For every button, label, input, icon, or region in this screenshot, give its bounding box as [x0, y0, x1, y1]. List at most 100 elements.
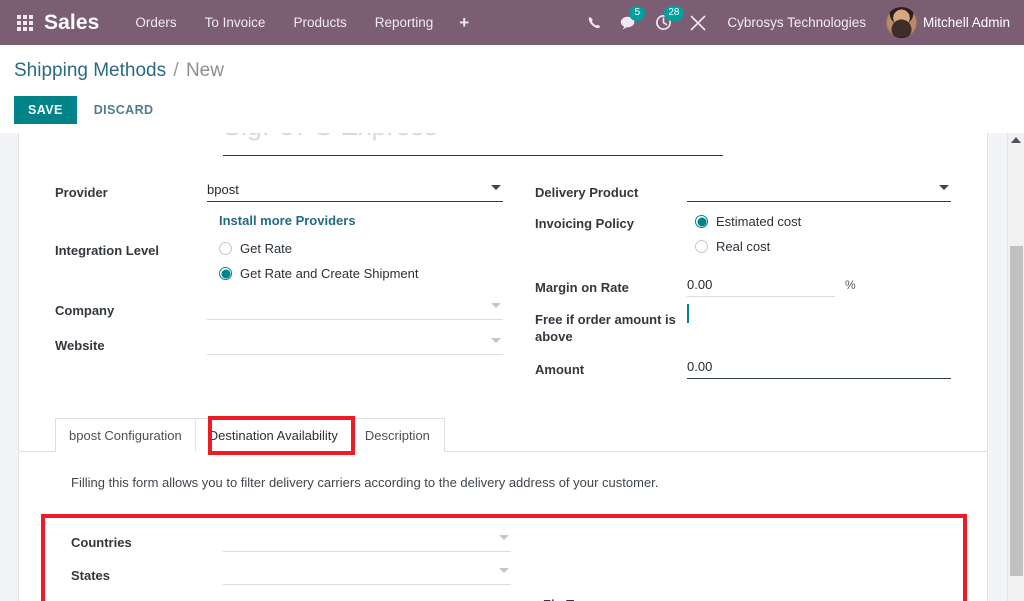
app-brand-sales[interactable]: Sales	[44, 11, 99, 35]
form-column-left: Provider Install more Providers	[55, 178, 503, 384]
form-action-buttons: SAVE DISCARD	[14, 96, 1024, 124]
scrollbar-thumb[interactable]	[1010, 246, 1023, 576]
notebook: bpost Configuration Destination Availabi…	[55, 418, 951, 601]
countries-select[interactable]	[223, 528, 511, 552]
field-states: States	[71, 561, 511, 590]
radio-estimated-cost-label: Estimated cost	[716, 214, 801, 229]
company-select[interactable]	[207, 296, 503, 320]
save-button[interactable]: SAVE	[14, 96, 77, 124]
margin-on-rate-label: Margin on Rate	[535, 273, 687, 296]
radio-estimated-cost-icon	[695, 215, 708, 228]
menu-add-icon[interactable]: +	[447, 10, 481, 36]
tab-bpost-configuration[interactable]: bpost Configuration	[56, 419, 196, 452]
menu-products[interactable]: Products	[279, 9, 360, 36]
website-select[interactable]	[207, 331, 503, 355]
discard-button[interactable]: DISCARD	[81, 96, 167, 124]
states-label: States	[71, 561, 223, 584]
notebook-tabs: bpost Configuration Destination Availabi…	[55, 418, 445, 452]
field-invoicing-policy: Invoicing Policy Estimated cost Real cos…	[535, 209, 951, 259]
tab-destination-availability[interactable]: Destination Availability	[196, 419, 352, 452]
messages-icon[interactable]: 5	[611, 0, 646, 45]
amount-label: Amount	[535, 355, 687, 378]
field-website: Website	[55, 331, 503, 360]
destination-column-left: Countries States	[71, 528, 511, 601]
radio-get-rate[interactable]: Get Rate	[207, 236, 503, 261]
margin-on-rate-input[interactable]	[687, 273, 835, 297]
free-if-above-checkbox[interactable]	[687, 304, 689, 323]
radio-real-cost-label: Real cost	[716, 239, 770, 254]
record-title-clipped: Sig. UPS Express	[223, 133, 723, 155]
top-navbar: Sales Orders To Invoice Products Reporti…	[0, 0, 1024, 45]
activities-clock-icon[interactable]: 28	[646, 0, 681, 45]
tab-description[interactable]: Description	[352, 419, 443, 452]
avatar	[886, 7, 917, 38]
delivery-product-label: Delivery Product	[535, 178, 687, 201]
browser-scrollbar[interactable]	[1007, 133, 1024, 601]
menu-reporting[interactable]: Reporting	[361, 9, 448, 36]
helper-text: Filling this form allows you to filter d…	[55, 474, 951, 492]
invoicing-policy-label: Invoicing Policy	[535, 209, 687, 232]
form-column-right: Delivery Product Invoicing Policy	[503, 178, 951, 384]
states-select[interactable]	[223, 561, 511, 585]
company-switcher[interactable]: Cybrosys Technologies	[715, 9, 878, 36]
field-zip-from: Zip From	[71, 594, 511, 601]
field-delivery-product: Delivery Product	[535, 178, 951, 207]
field-integration-level: Integration Level Get Rate Get Rate and …	[55, 236, 503, 286]
tab-panel-destination-availability: Filling this form allows you to filter d…	[55, 452, 951, 601]
company-label: Company	[55, 296, 207, 319]
form-grid: Provider Install more Providers	[55, 156, 951, 384]
radio-get-rate-create-shipment-icon	[219, 267, 232, 280]
messages-badge-count: 5	[629, 6, 645, 21]
radio-estimated-cost[interactable]: Estimated cost	[687, 209, 951, 234]
phone-icon[interactable]	[578, 0, 611, 45]
amount-input[interactable]	[687, 355, 951, 379]
delivery-product-select[interactable]	[687, 178, 951, 202]
field-margin-on-rate: Margin on Rate %	[535, 273, 951, 302]
zip-from-label: Zip From	[71, 594, 223, 601]
destination-availability-fields: Countries States	[55, 514, 951, 601]
free-if-above-label: Free if order amount is above	[535, 305, 687, 345]
field-company: Company	[55, 296, 503, 325]
install-more-spacer	[55, 207, 207, 213]
destination-right-spacer-1	[543, 528, 951, 557]
destination-column-right: Zip To	[511, 528, 951, 601]
field-amount: Amount	[535, 355, 951, 384]
zip-from-input[interactable]	[223, 594, 511, 601]
zip-to-input[interactable]	[695, 590, 951, 601]
destination-right-spacer-2	[543, 557, 951, 590]
field-provider: Provider	[55, 178, 503, 207]
zip-to-label: Zip To	[543, 590, 695, 601]
user-menu[interactable]: Mitchell Admin	[878, 7, 1014, 38]
field-zip-to: Zip To	[543, 590, 951, 601]
control-panel: Shipping Methods / New SAVE DISCARD	[0, 45, 1024, 133]
radio-get-rate-icon	[219, 242, 232, 255]
radio-get-rate-create-shipment-label: Get Rate and Create Shipment	[240, 266, 419, 281]
radio-real-cost[interactable]: Real cost	[687, 234, 951, 259]
breadcrumb: Shipping Methods / New	[14, 58, 1024, 84]
debug-tools-icon[interactable]	[681, 0, 715, 45]
menu-orders[interactable]: Orders	[121, 9, 190, 36]
field-countries: Countries	[71, 528, 511, 557]
user-name-label: Mitchell Admin	[923, 15, 1010, 30]
provider-label: Provider	[55, 178, 207, 201]
breadcrumb-shipping-methods[interactable]: Shipping Methods	[14, 60, 166, 81]
provider-select[interactable]	[207, 178, 503, 202]
integration-level-label: Integration Level	[55, 236, 207, 259]
radio-get-rate-label: Get Rate	[240, 241, 292, 256]
menu-to-invoice[interactable]: To Invoice	[191, 9, 280, 36]
radio-real-cost-icon	[695, 240, 708, 253]
install-more-providers-link[interactable]: Install more Providers	[207, 207, 356, 236]
record-title-text: Sig. UPS Express	[223, 133, 438, 142]
apps-grid-icon[interactable]	[14, 12, 36, 34]
scroll-up-arrow-icon[interactable]	[1011, 137, 1021, 143]
install-more-providers-row: Install more Providers	[55, 207, 503, 236]
breadcrumb-separator: /	[173, 60, 178, 81]
countries-label: Countries	[71, 528, 223, 551]
percent-suffix-label: %	[845, 278, 856, 292]
website-label: Website	[55, 331, 207, 354]
form-content-area: Sig. UPS Express Provider	[0, 133, 1024, 601]
field-free-if-order-amount-above: Free if order amount is above	[535, 305, 951, 345]
breadcrumb-current-new: New	[186, 60, 224, 81]
radio-get-rate-create-shipment[interactable]: Get Rate and Create Shipment	[207, 261, 503, 286]
form-sheet: Sig. UPS Express Provider	[18, 133, 988, 601]
